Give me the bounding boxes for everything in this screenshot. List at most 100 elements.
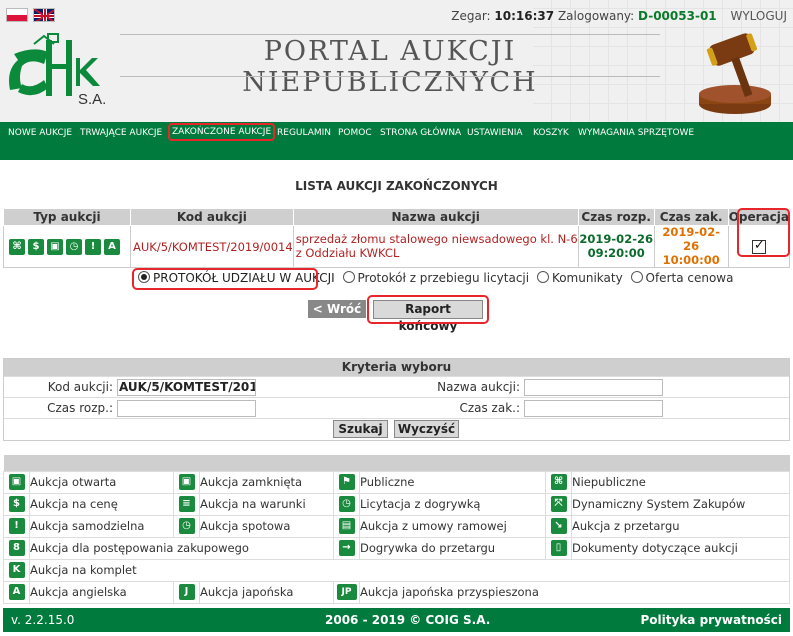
- highlight-report-button: [367, 295, 489, 324]
- highlight-radio: [132, 268, 318, 290]
- end-label: Czas zak.:: [459, 401, 520, 415]
- search-row-2: Czas rozp.: Czas zak.:: [4, 397, 789, 418]
- legend-label: Aukcja na warunki: [199, 492, 334, 516]
- standalone-icon: !: [85, 238, 101, 255]
- name-label: Nazwa aukcji:: [437, 380, 520, 394]
- legend-japanese-fast-icon: JP: [336, 584, 357, 600]
- srk-logo[interactable]: S.A.: [4, 30, 114, 110]
- table-row[interactable]: ⌘ $ ▣ ◷ ! A AUK/5/KOMTEST/2019/0014 sprz…: [3, 224, 791, 269]
- footer: v. 2.2.15.0 2006 - 2019 © COIG S.A. Poli…: [3, 608, 790, 632]
- legend-label: Aukcja japońska przyspieszona: [359, 580, 790, 604]
- nav-item-cart[interactable]: KOSZYK: [531, 126, 571, 140]
- code-label: Kod aukcji:: [47, 380, 113, 394]
- legend-label: Aukcja angielska: [29, 580, 174, 604]
- radio-bidding-protocol[interactable]: [342, 271, 355, 283]
- legend-label: Aukcja z przetargu: [571, 514, 790, 538]
- end-date: 2019-02-26: [662, 225, 720, 253]
- main-nav: NOWE AUKCJE TRWAJĄCE AUKCJE ZAKOŃCZONE A…: [0, 122, 793, 160]
- legend-row: 8 Aukcja dla postępowania zakupowego → D…: [3, 536, 790, 560]
- legend-price-icon: $: [8, 496, 25, 512]
- radio-messages[interactable]: [536, 271, 549, 283]
- nav-item-help[interactable]: POMOC: [336, 126, 374, 140]
- english-auction-icon: A: [104, 238, 120, 255]
- legend-label: Dogrywka do przetargu: [359, 536, 546, 560]
- search-row-buttons: Szukaj Wyczyść: [4, 418, 789, 440]
- flag-pl-icon[interactable]: [6, 8, 28, 22]
- end-time: 10:00:00: [662, 252, 720, 267]
- legend-label: Aukcja otwarta: [29, 470, 174, 494]
- legend-spot-icon: ◷: [178, 518, 195, 534]
- col-start: Czas rozp.: [577, 208, 655, 226]
- legend-open-auction-icon: ▣: [8, 474, 25, 490]
- legend-framework-icon: ▤: [338, 518, 355, 534]
- radio-price-offer[interactable]: [630, 271, 643, 283]
- col-code: Kod aukcji: [130, 208, 294, 226]
- legend-standalone-icon: !: [8, 518, 25, 534]
- auction-code-link[interactable]: AUK/5/KOMTEST/2019/0014: [130, 224, 294, 269]
- list-title: LISTA AUKCJI ZAKOŃCZONYCH: [295, 179, 498, 193]
- clock-label: Zegar:: [451, 9, 491, 23]
- end-input[interactable]: [524, 400, 663, 417]
- search-title: Kryteria wyboru: [4, 359, 789, 376]
- nav-item-ongoing-auctions[interactable]: TRWAJĄCE AUKCJE: [78, 126, 164, 140]
- start-label: Czas rozp.:: [47, 401, 113, 415]
- legend-tender-icon: ↘: [550, 518, 567, 534]
- back-button[interactable]: < Wróć: [308, 300, 366, 318]
- legend-row: ! Aukcja samodzielna ◷ Aukcja spotowa ▤ …: [3, 514, 790, 538]
- nav-item-finished-auctions[interactable]: ZAKOŃCZONE AUKCJE: [168, 123, 276, 141]
- legend-overtime-icon: ◷: [338, 496, 355, 512]
- radio-label-messages[interactable]: Komunikaty: [552, 271, 623, 285]
- legend-row: ▣ Aukcja otwarta ▣ Aukcja zamknięta ⚑ Pu…: [3, 470, 790, 494]
- nav-item-regulations[interactable]: REGULAMIN: [275, 126, 333, 140]
- copyright-text: 2006 - 2019 © COIG S.A.: [325, 613, 491, 627]
- nav-item-settings[interactable]: USTAWIENIA: [465, 126, 525, 140]
- legend-label: Aukcja japońska: [199, 580, 334, 604]
- legend-nonpublic-icon: ⌘: [550, 474, 567, 490]
- legend-terms-icon: ≡: [178, 496, 195, 512]
- search-panel: Kryteria wyboru Kod aukcji: AUK/5/KOMTES…: [3, 358, 790, 441]
- legend-label: Publiczne: [359, 470, 546, 494]
- clear-button[interactable]: Wyczyść: [394, 420, 459, 438]
- legend-bundle-icon: K: [8, 562, 25, 578]
- code-input[interactable]: AUK/5/KOMTEST/2019: [117, 379, 256, 396]
- search-row-1: Kod aukcji: AUK/5/KOMTEST/2019 Nazwa auk…: [4, 376, 789, 397]
- auctions-header-row: Typ aukcji Kod aukcji Nazwa aukcji Czas …: [3, 208, 791, 226]
- type-icons-cell: ⌘ $ ▣ ◷ ! A: [3, 224, 131, 269]
- legend-label: Dokumenty dotyczące aukcji: [571, 536, 790, 560]
- start-time: 09:20:00: [587, 245, 645, 260]
- open-auction-icon: ▣: [47, 238, 63, 255]
- legend-label: Aukcja dla postępowania zakupowego: [29, 536, 334, 560]
- radio-label-bidding-protocol[interactable]: Protokół z przebiegu licytacji: [358, 271, 530, 285]
- legend-public-icon: ⚑: [338, 474, 355, 490]
- privacy-link[interactable]: Polityka prywatności: [641, 613, 783, 627]
- search-button[interactable]: Szukaj: [333, 420, 388, 438]
- legend-label: Aukcja z umowy ramowej: [359, 514, 546, 538]
- legend-label: Aukcja samodzielna: [29, 514, 174, 538]
- price-auction-icon: $: [28, 238, 44, 255]
- legend-label: Aukcja spotowa: [199, 514, 334, 538]
- nonpublic-icon: ⌘: [9, 238, 25, 255]
- portal-title: PORTAL AUKCJI NIEPUBLICZNYCH: [242, 36, 538, 98]
- logout-link[interactable]: WYLOGUJ: [730, 9, 787, 23]
- legend-label: Licytacja z dogrywką: [359, 492, 546, 516]
- nav-item-home[interactable]: STRONA GŁÓWNA: [378, 126, 463, 140]
- legend-row: K Aukcja na komplet: [3, 558, 790, 582]
- nav-item-new-auctions[interactable]: NOWE AUKCJE: [6, 126, 74, 140]
- legend-header: [3, 455, 790, 471]
- legend-row: $ Aukcja na cenę ≡ Aukcja na warunki ◷ L…: [3, 492, 790, 516]
- end-time-cell: 2019-02-26 10:00:00: [653, 224, 729, 269]
- legend-closed-auction-icon: ▣: [178, 474, 195, 490]
- name-input[interactable]: [524, 379, 663, 396]
- legend-label: Aukcja na komplet: [29, 558, 790, 582]
- overtime-icon: ◷: [66, 238, 82, 255]
- flag-en-icon[interactable]: [33, 8, 55, 22]
- radio-label-price-offer[interactable]: Oferta cenowa: [646, 271, 734, 285]
- start-input[interactable]: [117, 400, 256, 417]
- highlight-operation: [737, 208, 790, 257]
- auction-name-link[interactable]: sprzedaż złomu stalowego niewsadowego kl…: [292, 224, 579, 269]
- nav-item-hardware-requirements[interactable]: WYMAGANIA SPRZĘTOWE: [576, 126, 696, 140]
- user-id: D-00053-01: [638, 9, 717, 23]
- legend-label: Aukcja na cenę: [29, 492, 174, 516]
- legend-row: A Aukcja angielska J Aukcja japońska JP …: [3, 580, 790, 604]
- gavel-icon: [699, 33, 771, 114]
